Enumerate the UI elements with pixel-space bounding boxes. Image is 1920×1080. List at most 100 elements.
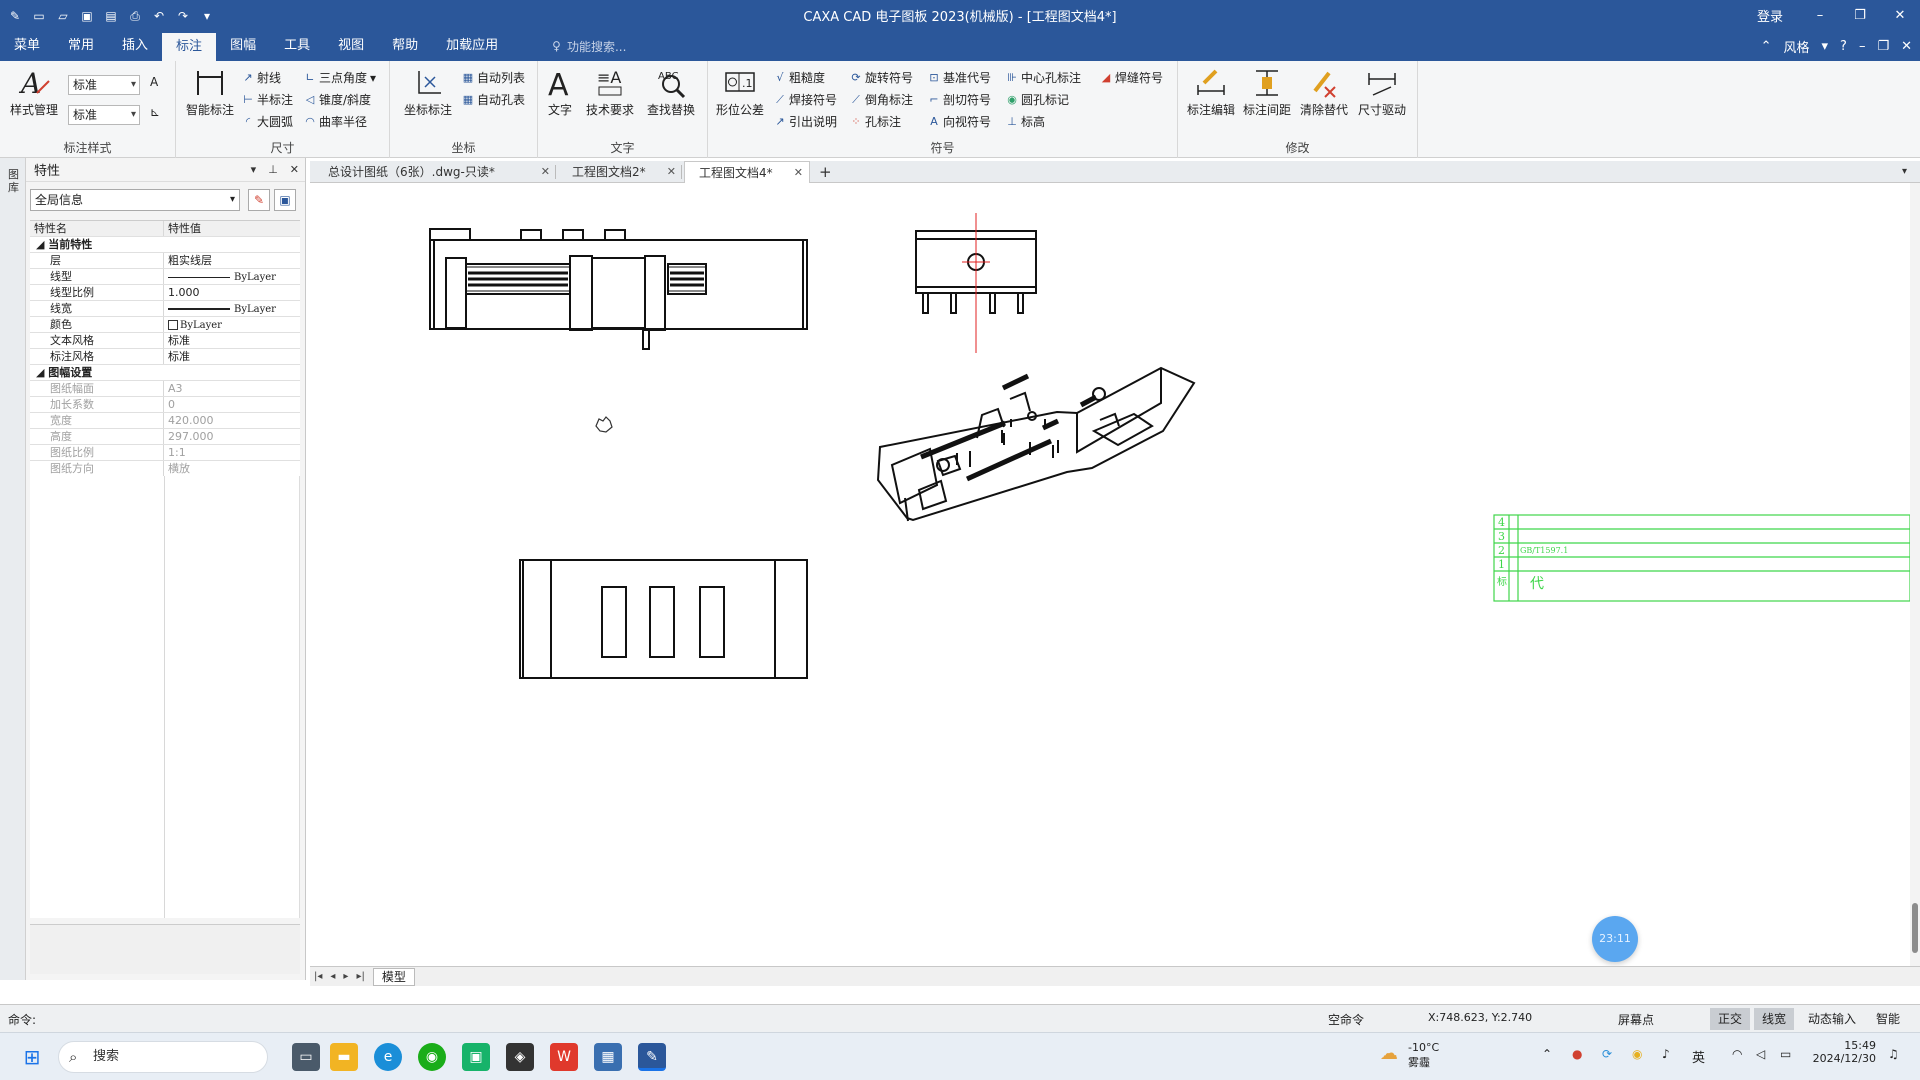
new-tab-button[interactable]: +	[814, 161, 836, 183]
tab-tools[interactable]: 工具	[270, 31, 324, 61]
snap-mode[interactable]: 屏幕点	[1618, 1011, 1654, 1028]
tab-insert[interactable]: 插入	[108, 31, 162, 61]
tech-requirements-button[interactable]: ≡A 技术要求	[582, 67, 638, 118]
app-icon[interactable]: ◈	[506, 1043, 534, 1071]
table-row[interactable]: 图纸幅面 A3	[30, 381, 300, 397]
library-tab[interactable]: 图库	[8, 168, 20, 194]
auto-list-button[interactable]: ▦ 自动列表	[462, 69, 525, 86]
table-row[interactable]: 层粗实线层	[30, 253, 300, 269]
volume-icon[interactable]: ◁	[1756, 1047, 1765, 1061]
first-sheet-icon[interactable]: |◂	[314, 971, 322, 982]
dim-style-icon[interactable]: ⊾	[150, 105, 160, 119]
text-style-combo[interactable]: 标准	[68, 75, 140, 95]
ray-dim-button[interactable]: ↗ 射线	[242, 69, 281, 86]
three-point-angle-button[interactable]: ∟ 三点角度 ▾	[304, 69, 376, 86]
hole-dim-button[interactable]: ⁘ 孔标注	[850, 113, 901, 130]
tab-help[interactable]: 帮助	[378, 31, 432, 61]
dim-style-combo[interactable]: 标准	[68, 105, 140, 125]
table-row[interactable]: 图纸比例 1:1	[30, 445, 300, 461]
close-icon[interactable]: ✕	[1880, 8, 1920, 23]
menu-main[interactable]: 菜单	[0, 31, 54, 61]
wifi-icon[interactable]: ◠	[1732, 1047, 1742, 1061]
minimize-icon[interactable]: –	[1800, 8, 1840, 23]
rotate-symbol-button[interactable]: ⟳ 旋转符号	[850, 69, 913, 86]
coord-dim-button[interactable]: 坐标标注	[398, 67, 458, 118]
auto-hole-table-button[interactable]: ▦ 自动孔表	[462, 91, 525, 108]
save-all-icon[interactable]: ▤	[102, 7, 120, 25]
clock[interactable]: 15:49 2024/12/30	[1812, 1039, 1876, 1065]
edge-browser-icon[interactable]: e	[374, 1043, 402, 1071]
sync-icon[interactable]: ⟳	[1602, 1047, 1612, 1061]
section-current[interactable]: ◢ 当前特性	[30, 237, 300, 253]
chamfer-dim-button[interactable]: ⟋ 倒角标注	[850, 91, 913, 108]
panel-dropdown-icon[interactable]: ▾	[251, 163, 257, 176]
chat-app-icon[interactable]: ▣	[462, 1043, 490, 1071]
lineweight-toggle[interactable]: 线宽	[1754, 1008, 1795, 1030]
open-file-icon[interactable]: ▱	[54, 7, 72, 25]
roughness-button[interactable]: √ 粗糙度	[774, 69, 825, 86]
section-symbol-button[interactable]: ⌐ 剖切符号	[928, 91, 991, 108]
wechat-icon[interactable]: ◉	[418, 1043, 446, 1071]
table-row[interactable]: 线型 ByLayer	[30, 269, 300, 285]
select-objects-icon[interactable]: ▣	[274, 189, 296, 211]
weld-symbol-button[interactable]: ⟋ 焊接符号	[774, 91, 837, 108]
table-row[interactable]: 高度 297.000	[30, 429, 300, 445]
tab-document-2[interactable]: 工程图文档2* ✕	[558, 161, 682, 183]
table-row[interactable]: 线型比例 1.000	[30, 285, 300, 301]
save-icon[interactable]: ▣	[78, 7, 96, 25]
text-style-icon[interactable]: A	[150, 75, 158, 89]
redo-icon[interactable]: ↷	[174, 7, 192, 25]
table-row[interactable]: 颜色 ByLayer	[30, 317, 300, 333]
leader-note-button[interactable]: ↗ 引出说明	[774, 113, 837, 130]
taskbar-search[interactable]: ⌕ 搜索	[58, 1041, 268, 1073]
scope-select[interactable]: 全局信息	[30, 189, 240, 211]
collapse-ribbon-icon[interactable]: ⌃	[1761, 39, 1772, 54]
app-logo-icon[interactable]: ✎	[6, 7, 24, 25]
view-symbol-button[interactable]: A 向视符号	[928, 113, 991, 130]
login-link[interactable]: 登录	[1740, 6, 1800, 25]
dim-drive-button[interactable]: 尺寸驱动	[1354, 67, 1410, 118]
chrome-icon[interactable]: ◉	[1632, 1047, 1642, 1061]
panel-close-icon[interactable]: ✕	[290, 163, 299, 176]
tab-close-icon[interactable]: ✕	[794, 162, 803, 184]
elevation-button[interactable]: ⊥ 标高	[1006, 113, 1045, 130]
tab-close-icon[interactable]: ✕	[667, 161, 676, 183]
style-menu[interactable]: 风格	[1783, 37, 1809, 56]
dim-spacing-button[interactable]: 标注间距	[1240, 67, 1294, 118]
clear-override-button[interactable]: 清除替代	[1296, 67, 1352, 118]
tab-sheet[interactable]: 图幅	[216, 31, 270, 61]
windows-start-icon[interactable]: ⊞	[18, 1043, 46, 1071]
smart-snap-toggle[interactable]: 智能	[1868, 1008, 1908, 1030]
table-row[interactable]: 线宽 ByLayer	[30, 301, 300, 317]
text-button[interactable]: A 文字	[542, 67, 578, 118]
prev-sheet-icon[interactable]: ◂	[330, 971, 335, 982]
battery-icon[interactable]: ▭	[1780, 1047, 1791, 1061]
table-row[interactable]: 加长系数 0	[30, 397, 300, 413]
scrollbar-thumb[interactable]	[1912, 903, 1918, 953]
table-row[interactable]: 文本风格 标准	[30, 333, 300, 349]
tray-app-icon[interactable]: ●	[1572, 1047, 1582, 1061]
tray-expand-icon[interactable]: ⌃	[1542, 1047, 1552, 1061]
task-view-icon[interactable]: ▭	[292, 1043, 320, 1071]
wps-office-icon[interactable]: W	[550, 1043, 578, 1071]
ortho-toggle[interactable]: 正交	[1710, 1008, 1751, 1030]
function-search[interactable]: ♀ 功能搜索...	[552, 31, 626, 61]
dim-edit-button[interactable]: 标注编辑	[1184, 67, 1238, 118]
curvature-button[interactable]: ◠ 曲率半径	[304, 113, 367, 130]
doc-close-icon[interactable]: ✕	[1901, 39, 1912, 54]
weather-widget[interactable]: -10°C 雾霾	[1408, 1041, 1439, 1070]
new-file-icon[interactable]: ▭	[30, 7, 48, 25]
section-sheet[interactable]: ◢ 图幅设置	[30, 365, 300, 381]
center-hole-button[interactable]: ⊪ 中心孔标注	[1006, 69, 1081, 86]
last-sheet-icon[interactable]: ▸|	[356, 971, 364, 982]
big-arc-button[interactable]: ◜ 大圆弧	[242, 113, 293, 130]
half-dim-button[interactable]: ⊢ 半标注	[242, 91, 293, 108]
help-icon[interactable]: ?	[1840, 39, 1847, 54]
quick-select-icon[interactable]: ✎	[248, 189, 270, 211]
style-manage-button[interactable]: A 样式管理	[6, 67, 62, 118]
doc-minimize-icon[interactable]: –	[1859, 39, 1866, 54]
tab-view[interactable]: 视图	[324, 31, 378, 61]
calculator-icon[interactable]: ▦	[594, 1043, 622, 1071]
print-icon[interactable]: ⎙	[126, 7, 144, 25]
tab-dimension[interactable]: 标注	[162, 33, 217, 61]
